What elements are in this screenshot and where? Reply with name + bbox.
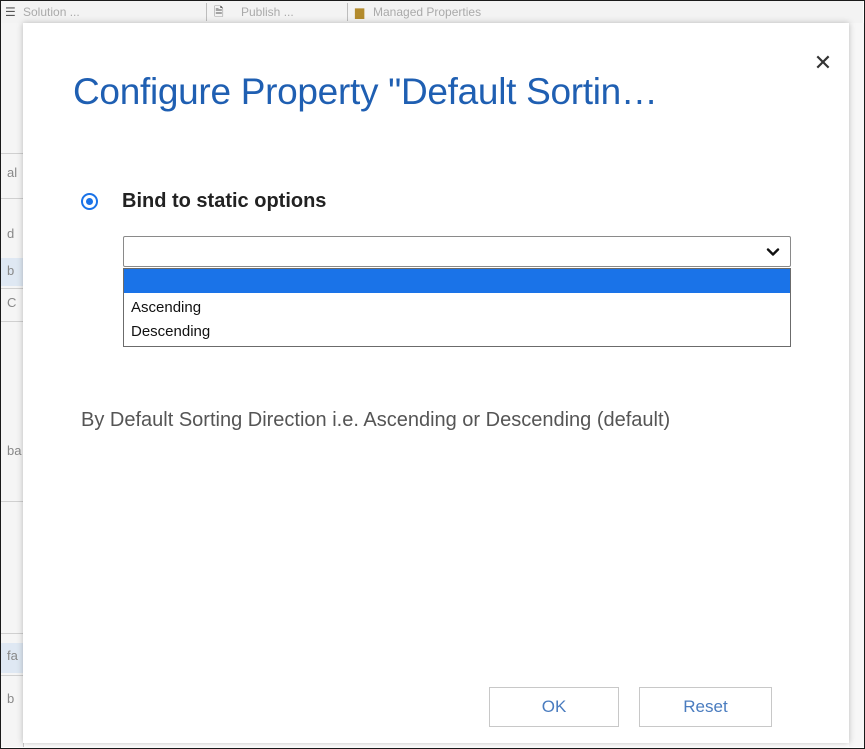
- option-descending[interactable]: Descending: [124, 320, 790, 344]
- toolbar-separator: [206, 3, 207, 21]
- divider: [1, 633, 23, 634]
- background-text-fragment: fa: [7, 648, 18, 663]
- toolbar-separator: [347, 3, 348, 21]
- toolbar-item-managed-properties: Managed Properties: [373, 5, 482, 19]
- list-icon: ☰: [5, 5, 16, 19]
- radio-button-selected[interactable]: [81, 192, 98, 210]
- background-text-fragment: d: [7, 226, 15, 241]
- document-icon: 🗎: [214, 5, 224, 19]
- reset-button[interactable]: Reset: [639, 687, 772, 727]
- radio-label: Bind to static options: [122, 189, 327, 212]
- chevron-down-icon: [766, 248, 780, 256]
- divider: [1, 288, 23, 289]
- divider: [1, 321, 23, 322]
- background-right-panel: [849, 23, 864, 747]
- static-options-select[interactable]: [123, 236, 791, 267]
- close-icon[interactable]: ✕: [813, 52, 833, 74]
- ok-button[interactable]: OK: [489, 687, 619, 727]
- property-description: By Default Sorting Direction i.e. Ascend…: [81, 409, 671, 431]
- folder-icon: ▆: [355, 5, 365, 19]
- background-text-fragment: b: [7, 263, 15, 278]
- background-text-fragment: al: [7, 165, 18, 180]
- background-toolbar: ☰ Solution ... 🗎 Publish ... ▆ Managed P…: [1, 1, 863, 24]
- background-text-fragment: C: [7, 295, 17, 310]
- divider: [1, 675, 23, 676]
- divider: [1, 198, 23, 199]
- option-ascending[interactable]: Ascending: [124, 296, 790, 320]
- select-options-list: Ascending Descending: [123, 268, 791, 347]
- divider: [1, 501, 23, 502]
- dialog-title: Configure Property "Default Sortin…: [73, 71, 658, 112]
- bind-static-options-option[interactable]: Bind to static options: [81, 188, 326, 214]
- background-text-fragment: b: [7, 691, 15, 706]
- background-text-fragment: ba: [7, 443, 22, 458]
- toolbar-item-publish: Publish ...: [241, 5, 294, 19]
- background-left-panel: al d b C ba fa b: [1, 23, 24, 747]
- configure-property-dialog: ✕ Configure Property "Default Sortin… Bi…: [23, 23, 849, 743]
- toolbar-item-solution: Solution ...: [23, 5, 80, 19]
- screen: ☰ Solution ... 🗎 Publish ... ▆ Managed P…: [0, 0, 865, 749]
- divider: [1, 153, 23, 154]
- option-blank[interactable]: [124, 269, 790, 293]
